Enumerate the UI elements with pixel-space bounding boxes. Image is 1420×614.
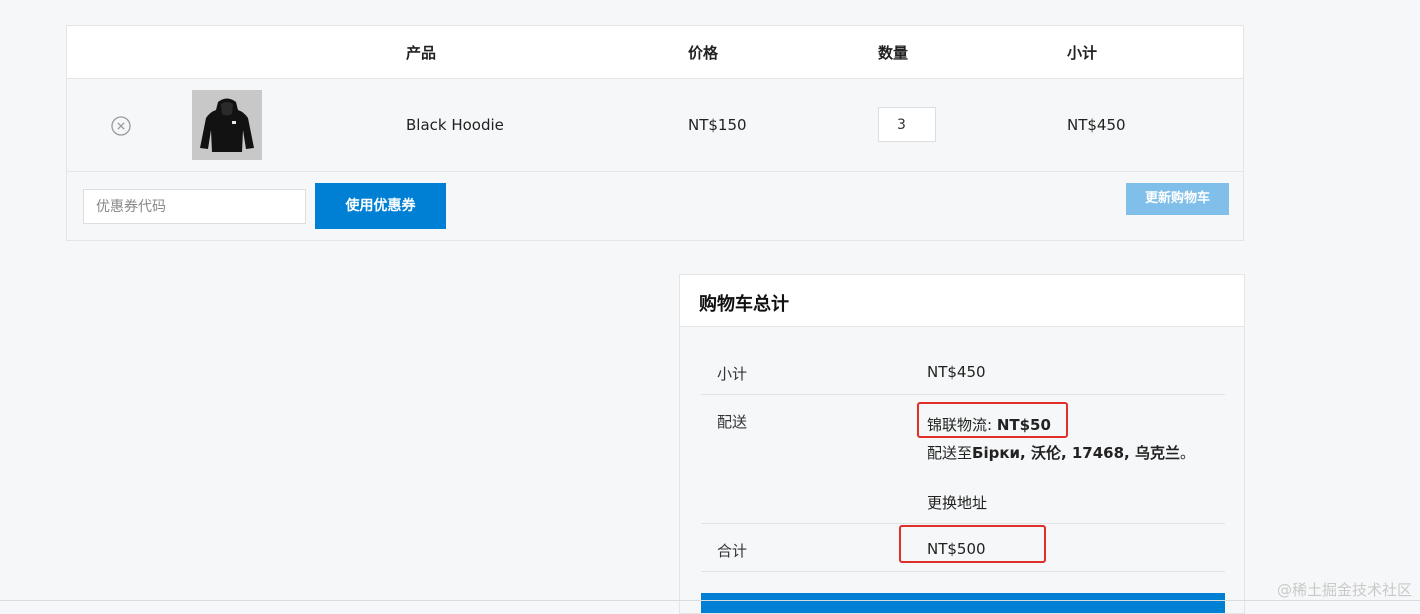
product-name[interactable]: Black Hoodie	[406, 116, 504, 134]
cart-totals: 购物车总计 小计 NT$450 配送 锦联物流: NT$50 配送至Бірки,…	[679, 274, 1245, 614]
item-subtotal: NT$450	[1067, 116, 1126, 134]
cart-actions: 使用优惠券 更新购物车	[67, 172, 1243, 240]
header-product: 产品	[406, 44, 437, 62]
cart-totals-title: 购物车总计	[699, 294, 789, 315]
checkout-button[interactable]	[701, 593, 1225, 613]
header-quantity: 数量	[878, 44, 909, 62]
apply-coupon-button[interactable]: 使用优惠券	[315, 183, 446, 229]
update-cart-button[interactable]: 更新购物车	[1126, 183, 1229, 215]
highlight-shipping-box	[917, 402, 1068, 438]
shipping-destination: 配送至Бірки, 沃伦, 17468, 乌克兰。	[927, 442, 1195, 463]
product-thumbnail[interactable]	[192, 90, 262, 160]
cart-table: 产品 价格 数量 小计 Black Hoodie NT$150 NT$450 使…	[66, 25, 1244, 241]
subtotal-value: NT$450	[927, 363, 986, 381]
coupon-code-input[interactable]	[83, 189, 306, 224]
product-price: NT$150	[688, 116, 747, 134]
shipping-dest-suffix: 。	[1179, 444, 1195, 462]
cart-table-header: 产品 价格 数量 小计	[67, 26, 1243, 79]
cart-totals-header: 购物车总计	[680, 275, 1244, 327]
shipping-dest-prefix: 配送至	[927, 444, 973, 462]
change-address-link[interactable]: 更换地址	[927, 492, 987, 513]
remove-item-icon[interactable]	[111, 116, 131, 136]
totals-subtotal-row: 小计 NT$450	[701, 347, 1225, 395]
bottom-divider	[0, 600, 1420, 601]
shipping-dest-address: Бірки, 沃伦, 17468, 乌克兰	[972, 444, 1180, 462]
watermark: @稀土掘金技术社区	[1276, 581, 1412, 599]
shipping-label: 配送	[717, 413, 748, 431]
total-label: 合计	[717, 542, 748, 560]
subtotal-label: 小计	[717, 365, 748, 383]
header-price: 价格	[688, 44, 719, 62]
header-subtotal: 小计	[1067, 44, 1098, 62]
quantity-input[interactable]	[878, 107, 936, 142]
cart-item-row: Black Hoodie NT$150 NT$450	[67, 79, 1243, 172]
highlight-total-box	[899, 525, 1046, 563]
